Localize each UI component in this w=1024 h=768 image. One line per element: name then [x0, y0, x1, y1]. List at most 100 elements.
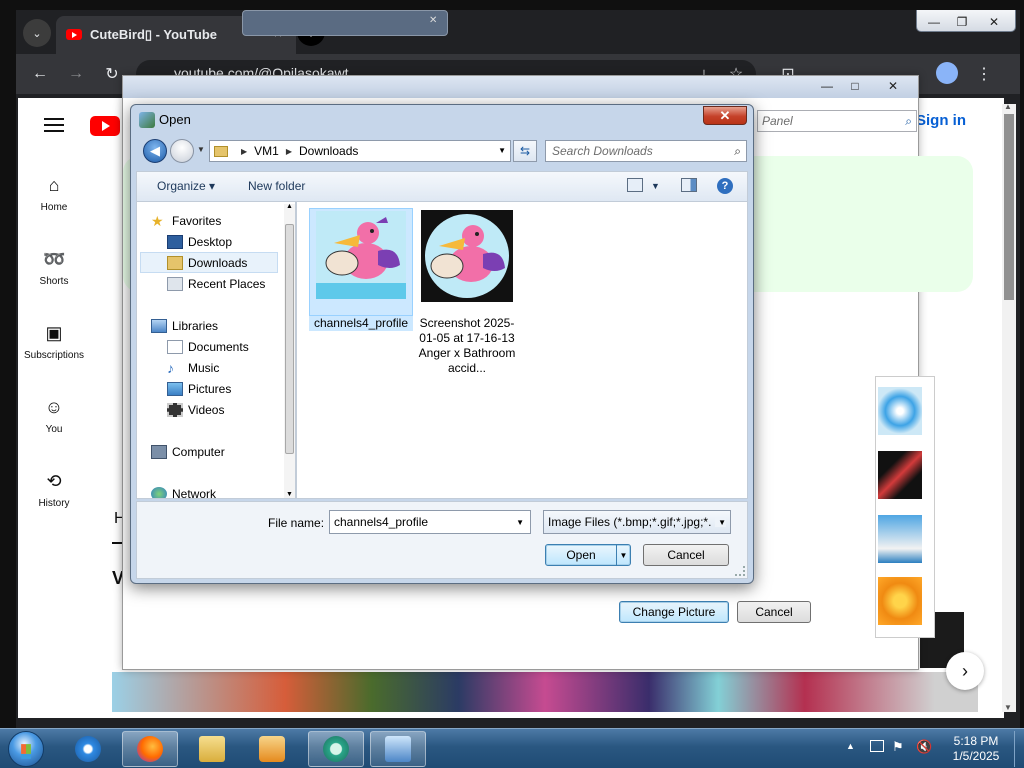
- address-breadcrumb[interactable]: ▶ VM1 ▶ Downloads ▼: [209, 140, 511, 162]
- open-split-dropdown-icon[interactable]: ▼: [616, 545, 630, 565]
- reload-icon[interactable]: ↻: [100, 62, 124, 86]
- refresh-icon[interactable]: ⇆: [513, 140, 537, 162]
- tab-search-button[interactable]: ⌄: [23, 19, 51, 47]
- carousel-next-button[interactable]: ›: [946, 652, 984, 690]
- scroll-up-icon[interactable]: ▲: [1004, 102, 1012, 111]
- profile-avatar-icon[interactable]: [936, 62, 958, 84]
- nav-item-videos[interactable]: Videos: [167, 399, 295, 420]
- file-name-dropdown-icon[interactable]: ▼: [516, 518, 524, 527]
- picture-option[interactable]: [878, 577, 922, 625]
- nav-item-documents[interactable]: Documents: [167, 336, 295, 357]
- picture-option[interactable]: [878, 387, 922, 435]
- view-dropdown-icon[interactable]: ▼: [651, 181, 660, 191]
- explorer-taskbar-button[interactable]: [184, 731, 240, 767]
- file-item[interactable]: channels4_profile: [309, 208, 413, 331]
- restore-button[interactable]: ❐: [949, 12, 975, 32]
- sidebar-item-you[interactable]: ☺ You: [18, 396, 90, 435]
- start-button[interactable]: [8, 731, 44, 767]
- file-name-value: channels4_profile: [334, 515, 429, 529]
- background-window-close-icon[interactable]: ✕: [429, 15, 443, 29]
- file-name-input[interactable]: channels4_profile ▼: [329, 510, 531, 534]
- picture-option[interactable]: [878, 515, 922, 563]
- change-picture-button[interactable]: Change Picture: [619, 601, 729, 623]
- volume-muted-icon[interactable]: 🔇: [916, 739, 932, 755]
- breadcrumb-chevron-icon[interactable]: ▶: [241, 147, 247, 156]
- panel-search-input[interactable]: Panel ⌕: [757, 110, 917, 132]
- show-hidden-icons-icon[interactable]: ▲: [846, 741, 855, 751]
- nav-item-desktop[interactable]: Desktop: [167, 231, 295, 252]
- scroll-down-icon[interactable]: ▼: [286, 491, 293, 498]
- sidebar-item-home[interactable]: ⌂ Home: [18, 174, 90, 213]
- media-player-taskbar-button[interactable]: [244, 731, 300, 767]
- nav-item-libraries[interactable]: Libraries: [151, 315, 295, 336]
- panel-close-button[interactable]: ✕: [879, 77, 907, 95]
- scroll-up-icon[interactable]: ▲: [286, 203, 293, 210]
- help-icon[interactable]: ?: [717, 178, 733, 194]
- forward-arrow-icon[interactable]: [170, 139, 194, 163]
- chrome-menu-icon[interactable]: ⋮: [972, 62, 996, 86]
- file-type-dropdown-icon[interactable]: ▼: [715, 518, 726, 527]
- scrollbar-thumb[interactable]: [285, 224, 294, 454]
- picture-picker-list[interactable]: [875, 376, 935, 638]
- breadcrumb-chevron-icon[interactable]: ▶: [286, 147, 292, 156]
- sidebar-item-shorts[interactable]: ➿ Shorts: [18, 248, 90, 287]
- nav-item-computer[interactable]: Computer: [151, 441, 295, 462]
- nav-item-network[interactable]: Network: [151, 483, 295, 498]
- search-icon[interactable]: ⌕: [734, 144, 741, 159]
- panel-titlebar[interactable]: — □ ✕: [123, 76, 918, 98]
- forward-arrow-icon[interactable]: →: [64, 62, 88, 86]
- action-center-flag-icon[interactable]: ⚑: [892, 739, 904, 755]
- clock[interactable]: 5:18 PM 1/5/2025: [946, 734, 1006, 764]
- chrome-taskbar-button[interactable]: [308, 731, 364, 767]
- resize-grip-icon[interactable]: [735, 566, 745, 576]
- show-desktop-button[interactable]: [1014, 731, 1024, 767]
- nav-item-pictures[interactable]: Pictures: [167, 378, 295, 399]
- sign-in-button[interactable]: Sign in: [916, 112, 966, 129]
- nav-item-favorites[interactable]: ★ Favorites: [151, 210, 295, 231]
- picture-option[interactable]: [878, 451, 922, 499]
- breadcrumb-vm1[interactable]: VM1: [254, 144, 279, 158]
- hamburger-menu-icon[interactable]: [44, 118, 64, 132]
- nav-item-downloads[interactable]: Downloads: [140, 252, 278, 273]
- file-name-label: File name:: [268, 516, 325, 530]
- control-panel-taskbar-button[interactable]: [370, 731, 426, 767]
- new-folder-button[interactable]: New folder: [248, 179, 305, 193]
- panel-minimize-button[interactable]: —: [813, 77, 841, 95]
- recent-locations-dropdown-icon[interactable]: ▼: [197, 145, 205, 154]
- scroll-down-icon[interactable]: ▼: [1004, 703, 1012, 712]
- youtube-logo-icon[interactable]: [90, 116, 120, 136]
- nav-item-music[interactable]: ♪ Music: [167, 357, 295, 378]
- file-item[interactable]: Screenshot 2025-01-05 at 17-16-13 Anger …: [415, 208, 519, 376]
- internet-explorer-taskbar-button[interactable]: [60, 731, 116, 767]
- organize-menu[interactable]: Organize ▾: [157, 179, 215, 193]
- minimize-button[interactable]: —: [921, 12, 947, 32]
- preview-pane-icon[interactable]: [681, 178, 697, 192]
- network-tray-icon[interactable]: [870, 740, 884, 752]
- change-view-icon[interactable]: [627, 178, 643, 192]
- sidebar-item-subscriptions[interactable]: ▣ Subscriptions: [18, 322, 90, 361]
- close-button[interactable]: ✕: [981, 12, 1007, 32]
- back-arrow-icon[interactable]: ←: [28, 62, 52, 86]
- file-type-select[interactable]: Image Files (*.bmp;*.gif;*.jpg;*. ▼: [543, 510, 731, 534]
- scrollbar-thumb[interactable]: [1004, 114, 1014, 300]
- cancel-button[interactable]: Cancel: [643, 544, 729, 566]
- nav-pane-scrollbar[interactable]: ▲ ▼: [284, 203, 295, 498]
- back-arrow-icon[interactable]: ◀: [143, 139, 167, 163]
- firefox-taskbar-button[interactable]: [122, 731, 178, 767]
- breadcrumb-downloads[interactable]: Downloads: [299, 144, 358, 158]
- address-dropdown-icon[interactable]: ▼: [498, 146, 506, 155]
- panel-cancel-button[interactable]: Cancel: [737, 601, 811, 623]
- page-scrollbar[interactable]: ▲ ▼: [1002, 102, 1016, 712]
- search-icon[interactable]: ⌕: [905, 114, 912, 129]
- nav-item-recent-places[interactable]: Recent Places: [167, 273, 295, 294]
- background-window-titlebar[interactable]: ✕: [242, 10, 448, 36]
- sidebar-item-history[interactable]: ⟲ History: [18, 470, 90, 509]
- dialog-title: Open: [159, 112, 191, 127]
- open-button[interactable]: Open ▼: [545, 544, 631, 566]
- search-downloads-input[interactable]: Search Downloads ⌕: [545, 140, 747, 162]
- tab-title: CuteBird▯ - YouTube: [90, 27, 218, 42]
- clock-time: 5:18 PM: [953, 734, 999, 748]
- shorts-thumbnail-strip[interactable]: [112, 672, 978, 712]
- panel-maximize-button[interactable]: □: [841, 77, 869, 95]
- dialog-close-button[interactable]: ✕: [703, 106, 747, 125]
